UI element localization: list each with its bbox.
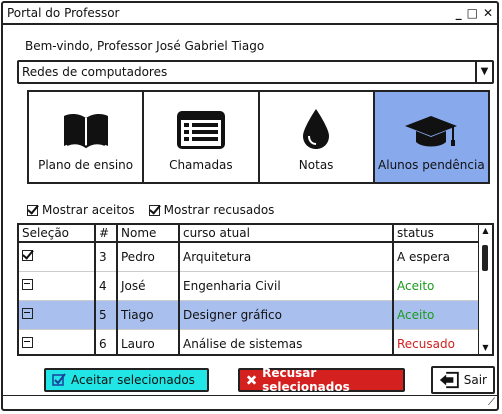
close-icon[interactable]: ✕ xyxy=(483,5,493,21)
column-header-number[interactable]: # xyxy=(95,225,118,243)
filter-options: Mostrar aceitos Mostrar recusados xyxy=(27,203,274,217)
exit-label: Sair xyxy=(463,373,487,387)
column-header-curso[interactable]: curso atual xyxy=(179,225,394,243)
show-rejected-label: Mostrar recusados xyxy=(163,203,275,217)
row-number: 4 xyxy=(95,271,118,301)
row-name: José xyxy=(117,271,180,301)
scroll-up-icon[interactable]: ▲ xyxy=(479,225,492,237)
app-window: Portal do Professor _ □ ✕ Bem-vindo, Pro… xyxy=(1,1,499,411)
row-status: Recusado xyxy=(393,329,481,354)
tile-label: Alunos pendência xyxy=(378,158,485,172)
feature-tiles: Plano de ensino Chamadas Notas Alunos pe… xyxy=(27,90,490,184)
tile-notas[interactable]: Notas xyxy=(259,92,375,182)
tile-plano-de-ensino[interactable]: Plano de ensino xyxy=(29,92,145,182)
table-scrollbar[interactable]: ▲ ▼ xyxy=(478,225,492,354)
show-accepted-label: Mostrar aceitos xyxy=(42,203,135,217)
exit-icon xyxy=(439,371,459,389)
list-icon xyxy=(176,108,226,150)
row-course: Análise de sistemas xyxy=(179,329,394,354)
checkbox-indeterminate-icon[interactable] xyxy=(22,278,33,290)
resize-grip-icon[interactable]: ⟋ xyxy=(488,397,495,409)
column-header-selecao[interactable]: Seleção xyxy=(19,225,96,243)
graduation-cap-icon xyxy=(404,108,458,150)
accept-selected-button[interactable]: Aceitar selecionados xyxy=(44,368,209,392)
checkbox-checked-icon[interactable] xyxy=(148,204,160,216)
show-rejected-checkbox[interactable]: Mostrar recusados xyxy=(148,203,275,217)
open-book-icon xyxy=(62,108,110,150)
table-row[interactable]: 4 José Engenharia Civil Aceito xyxy=(19,271,481,301)
checkbox-indeterminate-icon[interactable] xyxy=(22,307,33,319)
tile-label: Chamadas xyxy=(169,158,233,172)
minimize-icon[interactable]: _ xyxy=(456,5,462,21)
tile-alunos-pendencia[interactable]: Alunos pendência xyxy=(374,92,488,182)
row-number: 5 xyxy=(95,300,118,330)
table-row-selected[interactable]: 5 Tiago Designer gráfico Aceito xyxy=(19,300,481,330)
row-number: 3 xyxy=(95,242,118,272)
table-row[interactable]: 6 Lauro Análise de sistemas Recusado xyxy=(19,329,481,354)
row-select-cell[interactable] xyxy=(19,242,96,272)
checkbox-indeterminate-icon[interactable] xyxy=(22,336,33,348)
row-select-cell[interactable] xyxy=(19,300,96,330)
row-name: Pedro xyxy=(117,242,180,272)
row-select-cell[interactable] xyxy=(19,329,96,354)
x-icon xyxy=(246,375,257,385)
students-table: Seleção # Nome curso atual status 3 Pedr… xyxy=(17,223,494,356)
maximize-icon[interactable]: □ xyxy=(467,5,478,21)
column-header-status[interactable]: status xyxy=(393,225,481,243)
row-name: Lauro xyxy=(117,329,180,354)
table-header: Seleção # Nome curso atual status xyxy=(19,225,481,243)
reject-selected-button[interactable]: Recusar selecionados xyxy=(238,366,405,394)
row-number: 6 xyxy=(95,329,118,354)
drop-icon xyxy=(301,108,331,150)
checkbox-checked-icon xyxy=(52,373,66,386)
course-dropdown[interactable]: Redes de computadores ▼ xyxy=(17,60,494,84)
welcome-message: Bem-vindo, Professor José Gabriel Tiago xyxy=(25,39,265,53)
row-course: Designer gráfico xyxy=(179,300,394,330)
checkbox-checked-icon[interactable] xyxy=(27,204,38,216)
window-controls: _ □ ✕ xyxy=(456,5,493,21)
checkbox-checked-icon[interactable] xyxy=(22,249,33,261)
tile-label: Notas xyxy=(298,158,334,172)
row-name: Tiago xyxy=(117,300,180,330)
row-select-cell[interactable] xyxy=(19,271,96,301)
tile-chamadas[interactable]: Chamadas xyxy=(144,92,260,182)
tile-label: Plano de ensino xyxy=(38,158,134,172)
scrollbar-thumb[interactable] xyxy=(482,245,488,271)
scroll-down-icon[interactable]: ▼ xyxy=(479,342,492,354)
row-course: Arquitetura xyxy=(179,242,394,272)
chevron-down-icon[interactable]: ▼ xyxy=(475,62,492,82)
row-course: Engenharia Civil xyxy=(179,271,394,301)
row-status: A espera xyxy=(393,242,481,272)
reject-selected-label: Recusar selecionados xyxy=(262,366,350,394)
row-status: Aceito xyxy=(393,271,481,301)
row-status: Aceito xyxy=(393,300,481,330)
accept-selected-label: Aceitar selecionados xyxy=(71,373,195,387)
status-bar: ⟋ xyxy=(3,395,497,409)
show-accepted-checkbox[interactable]: Mostrar aceitos xyxy=(27,203,135,217)
course-dropdown-value: Redes de computadores xyxy=(22,65,168,79)
column-header-nome[interactable]: Nome xyxy=(117,225,180,243)
title-bar: Portal do Professor _ □ ✕ xyxy=(3,3,497,25)
table-row[interactable]: 3 Pedro Arquitetura A espera xyxy=(19,242,481,272)
exit-button[interactable]: Sair xyxy=(431,366,495,394)
window-title: Portal do Professor xyxy=(7,6,120,20)
